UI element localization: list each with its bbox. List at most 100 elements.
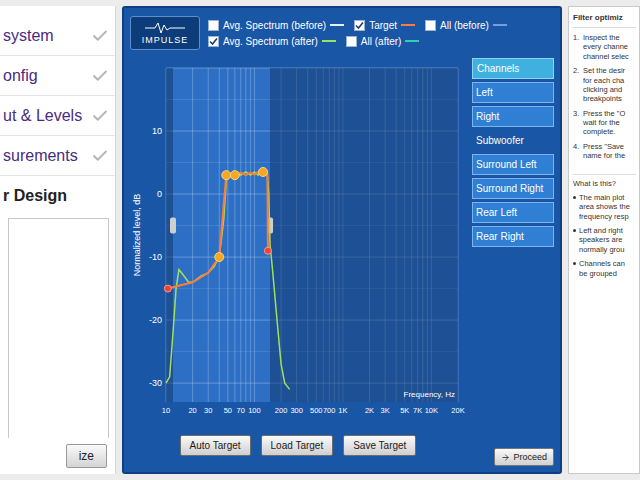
x-tick-label: 500 [310, 406, 323, 415]
x-tick-label: 200 [275, 406, 288, 415]
grid-line [254, 68, 255, 402]
filter-design-panel: IMPULSEAvg. Spectrum (before)TargetAll (… [122, 6, 562, 474]
wizard-sidebar: systemonfigut & Levelssurementsr Design i… [0, 6, 116, 474]
legend-swatch [322, 40, 336, 42]
legend-item[interactable]: All (after) [346, 36, 420, 47]
x-tick-label: 3K [381, 406, 390, 415]
help-step: 3.Press the "Owait for thecomplete. [573, 109, 636, 137]
x-tick-label: 20 [188, 406, 196, 415]
help-step: 4.Press "Savename for the [573, 142, 636, 161]
sidebar-item[interactable]: onfig [0, 56, 115, 96]
series-line [166, 172, 290, 389]
channel-button[interactable]: Rear Right [472, 226, 554, 247]
x-tick-label: 100 [248, 406, 261, 415]
help-title: Filter optimiz [573, 13, 636, 28]
legend-swatch [405, 40, 419, 42]
grid-line [227, 68, 228, 402]
waveform-icon [145, 22, 185, 34]
checkbox[interactable] [208, 20, 219, 31]
x-tick-label: 70 [237, 406, 245, 415]
chart-body: 100-10-20-30Normalized level, dB10203050… [130, 58, 554, 466]
y-tick-label: -20 [149, 315, 162, 325]
sidebar-item[interactable]: ut & Levels [0, 96, 115, 136]
help-step: 2.Set the desirfor each chaclicking andb… [573, 66, 636, 104]
low-cut-handle[interactable] [170, 218, 176, 234]
series-line [168, 172, 268, 289]
x-tick-label: 10K [425, 406, 438, 415]
bullet [573, 262, 576, 265]
step-panel [8, 218, 109, 438]
grid-line [192, 68, 193, 402]
help-note: The main plotarea shows thefrequency res… [573, 193, 636, 221]
checkbox[interactable] [354, 20, 365, 31]
channel-button[interactable]: Right [472, 106, 554, 127]
checkbox[interactable] [346, 36, 357, 47]
check-icon [91, 27, 109, 45]
checkmark-icon [355, 21, 364, 30]
y-axis-title: Normalized level, dB [132, 194, 142, 277]
x-tick-label: 1K [338, 406, 347, 415]
x-tick-label: 50 [224, 406, 232, 415]
sidebar-item[interactable]: surements [0, 136, 115, 176]
grid-line [208, 68, 209, 402]
target-button[interactable]: Save Target [343, 435, 416, 456]
sidebar-item[interactable]: r Design [0, 176, 115, 216]
channel-button[interactable]: Rear Left [472, 202, 554, 223]
channel-button[interactable]: Subwoofer [472, 130, 554, 151]
legend-item[interactable]: Avg. Spectrum (before) [208, 20, 344, 31]
checkmark-icon [209, 37, 218, 46]
breakpoint-marker[interactable] [215, 253, 224, 262]
legend-swatch [401, 24, 415, 26]
plot-area [166, 68, 458, 402]
sidebar-item[interactable]: system [0, 16, 115, 56]
channel-button[interactable]: Surround Left [472, 154, 554, 175]
sidebar-button[interactable]: ize [66, 444, 107, 468]
x-tick-label: 20K [451, 406, 464, 415]
legend-item[interactable]: Target [354, 20, 415, 31]
breakpoint-marker[interactable] [264, 247, 271, 254]
help-note: Channels canbe grouped [573, 259, 636, 278]
breakpoint-marker[interactable] [164, 285, 171, 292]
frequency-chart: 100-10-20-30Normalized level, dB10203050… [130, 58, 466, 428]
help-question: What is this? [573, 174, 636, 188]
target-buttons: Auto Target Load Target Save Target [130, 432, 466, 458]
checkbox[interactable] [208, 36, 219, 47]
y-tick-label: 10 [152, 126, 162, 136]
check-icon [91, 107, 109, 125]
x-tick-label: 10 [162, 406, 170, 415]
channel-button[interactable]: Left [472, 82, 554, 103]
target-button[interactable]: Load Target [261, 435, 334, 456]
breakpoint-marker[interactable] [222, 171, 231, 180]
y-tick-label: -30 [149, 378, 162, 388]
app-window: systemonfigut & Levelssurementsr Design i… [0, 0, 640, 480]
x-tick-label: 2K [365, 406, 374, 415]
x-tick-label: 30 [204, 406, 212, 415]
legend: Avg. Spectrum (before) Target All (before)… [208, 20, 507, 47]
legend-swatch [493, 24, 507, 26]
bullet [573, 196, 576, 199]
help-note: Left and rightspeakers arenormally grou [573, 226, 636, 254]
legend-item[interactable]: All (before) [425, 20, 507, 31]
x-tick-label: 300 [290, 406, 303, 415]
check-icon [91, 147, 109, 165]
legend-swatch [330, 24, 344, 26]
proceed-button[interactable]: Proceed [494, 448, 554, 466]
grid-line [219, 68, 220, 402]
y-tick-label: -10 [149, 252, 162, 262]
breakpoint-marker[interactable] [230, 171, 239, 180]
check-icon [91, 67, 109, 85]
y-tick-label: 0 [157, 189, 162, 199]
target-button[interactable]: Auto Target [180, 435, 251, 456]
help-panel: Filter optimiz1.Inspect theevery channec… [568, 6, 640, 474]
chart-header: IMPULSEAvg. Spectrum (before)TargetAll (… [130, 12, 554, 54]
checkbox[interactable] [425, 20, 436, 31]
legend-item[interactable]: Avg. Spectrum (after) [208, 36, 336, 47]
grid-line [240, 68, 241, 402]
arrow-icon [501, 453, 510, 462]
channel-button[interactable]: Surround Right [472, 178, 554, 199]
legend-row: Avg. Spectrum (before) Target All (before) [208, 20, 507, 31]
channel-list: Channels Left Right Subwoofer Surround Left S… [472, 58, 554, 466]
grid-line [250, 68, 251, 402]
channels-header: Channels [472, 58, 554, 79]
breakpoint-marker[interactable] [259, 167, 268, 176]
